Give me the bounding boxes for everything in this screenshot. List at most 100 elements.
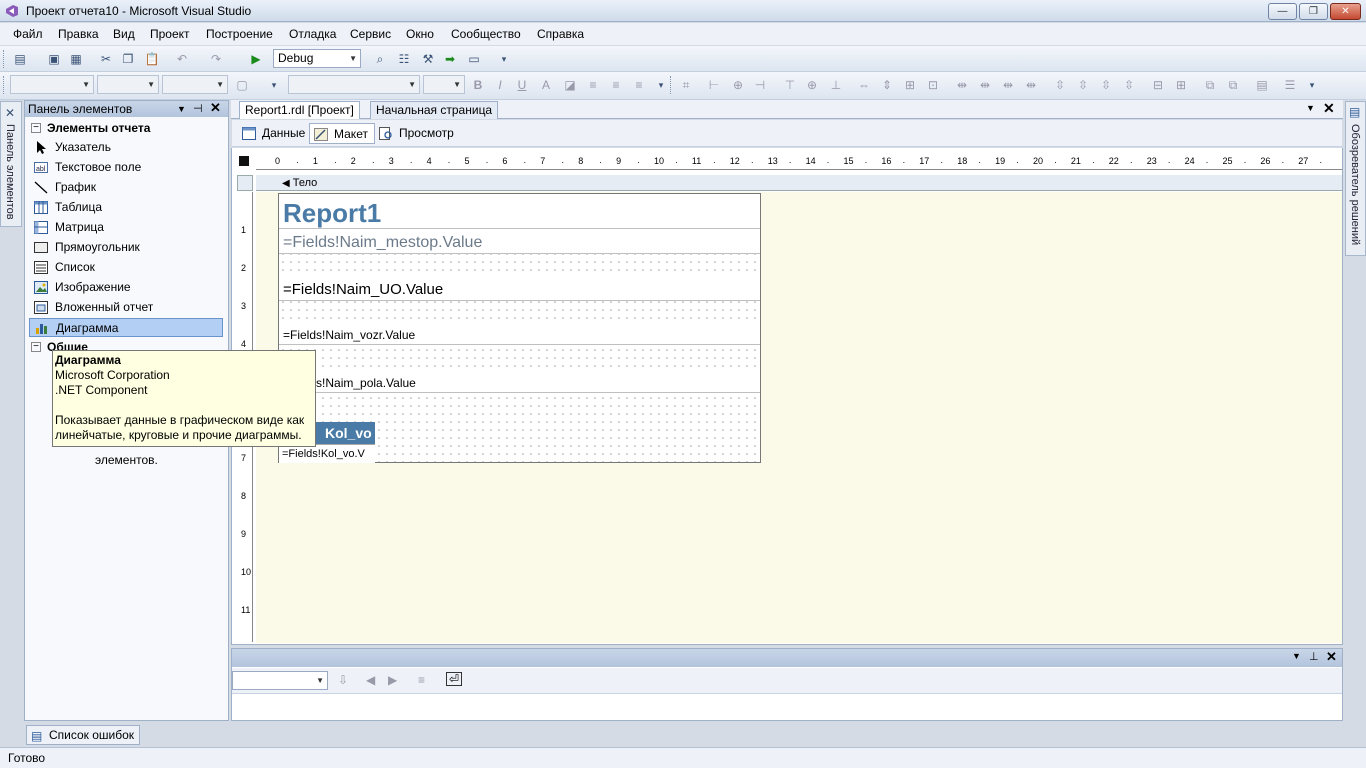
report-title-textbox[interactable]: Report1 bbox=[279, 194, 760, 229]
tab-layout[interactable]: Макет bbox=[309, 123, 375, 144]
size-to-grid-icon[interactable]: ⊡ bbox=[923, 75, 943, 95]
toolbox-item-table[interactable]: Таблица bbox=[29, 198, 223, 217]
font-family-select[interactable]: ▼ bbox=[288, 75, 420, 94]
toolbox-item-textbox[interactable]: abl Текстовое поле bbox=[29, 158, 223, 177]
dropdown-icon[interactable]: ▼ bbox=[177, 101, 186, 117]
toolbox-side-tab[interactable]: ✕ Панель элементов bbox=[0, 101, 22, 227]
toolbar-options-icon[interactable]: ▾ bbox=[264, 75, 284, 95]
toolbar-options-icon[interactable]: ▾ bbox=[651, 75, 671, 95]
properties-icon[interactable]: ☷ bbox=[394, 49, 414, 69]
v-spacing-increase-icon[interactable]: ⇳ bbox=[1073, 75, 1093, 95]
font-select[interactable]: ▼ bbox=[97, 75, 159, 94]
send-back-icon[interactable]: ⧉ bbox=[1223, 75, 1243, 95]
align-centers-icon[interactable]: ⊕ bbox=[728, 75, 748, 95]
tab-start-page[interactable]: Начальная страница bbox=[370, 101, 499, 119]
menu-project[interactable]: Проект bbox=[150, 27, 190, 41]
field-pola-textbox[interactable]: =Fields!Naim_pola.Value bbox=[279, 373, 760, 393]
size-select[interactable]: ▼ bbox=[162, 75, 228, 94]
center-v-icon[interactable]: ⊞ bbox=[1171, 75, 1191, 95]
same-width-icon[interactable]: ⇔ bbox=[854, 75, 874, 95]
save-icon[interactable]: ▣ bbox=[44, 49, 64, 69]
align-rights-icon[interactable]: ⊣ bbox=[750, 75, 770, 95]
italic-icon[interactable]: I bbox=[490, 75, 510, 95]
close-icon[interactable]: ✕ bbox=[210, 100, 221, 116]
toolbox-item-subreport[interactable]: Вложенный отчет bbox=[29, 298, 223, 317]
same-height-icon[interactable]: ⇕ bbox=[877, 75, 897, 95]
toolbox-item-rectangle[interactable]: Прямоугольник bbox=[29, 238, 223, 257]
window-icon[interactable]: ▭ bbox=[464, 49, 484, 69]
output-source-select[interactable]: ▼ bbox=[232, 671, 328, 690]
h-spacing-decrease-icon[interactable]: ⇹ bbox=[998, 75, 1018, 95]
collapse-icon[interactable]: − bbox=[31, 123, 41, 133]
field-uo-textbox[interactable]: =Fields!Naim_UO.Value bbox=[279, 277, 760, 301]
table-layout-icon[interactable]: ▤ bbox=[1252, 75, 1272, 95]
section-header-body[interactable]: ◀ Тело bbox=[256, 175, 1342, 191]
align-bottoms-icon[interactable]: ⊥ bbox=[826, 75, 846, 95]
collapse-icon[interactable]: − bbox=[31, 342, 41, 352]
toolbar-grip[interactable] bbox=[670, 76, 673, 94]
h-spacing-equal-icon[interactable]: ⇹ bbox=[952, 75, 972, 95]
save-all-icon[interactable]: ▦ bbox=[66, 49, 86, 69]
pin-icon[interactable]: ⊣ bbox=[193, 101, 203, 117]
tools-icon[interactable]: ⚒ bbox=[418, 49, 438, 69]
pin-icon[interactable]: ⊥ bbox=[1309, 650, 1319, 663]
align-middles-icon[interactable]: ⊕ bbox=[802, 75, 822, 95]
toolbar-options-icon[interactable]: ▾ bbox=[494, 49, 514, 69]
align-center-icon[interactable]: ≡ bbox=[606, 75, 626, 95]
group-report-items[interactable]: Элементы отчета bbox=[47, 121, 150, 135]
font-color-icon[interactable]: A bbox=[536, 75, 556, 95]
v-spacing-equal-icon[interactable]: ⇳ bbox=[1050, 75, 1070, 95]
menu-view[interactable]: Вид bbox=[113, 27, 135, 41]
toolbox-item-chart[interactable]: Диаграмма bbox=[29, 318, 223, 337]
menu-window[interactable]: Окно bbox=[406, 27, 434, 41]
previous-message-icon[interactable]: ◀ bbox=[366, 673, 375, 687]
close-icon[interactable]: ✕ bbox=[1326, 649, 1337, 665]
clear-all-icon[interactable]: ≡ bbox=[418, 673, 425, 687]
copy-icon[interactable]: ❐ bbox=[118, 49, 138, 69]
bold-icon[interactable]: B bbox=[468, 75, 488, 95]
toolbox-item-matrix[interactable]: Матрица bbox=[29, 218, 223, 237]
toolbox-item-line[interactable]: График bbox=[29, 178, 223, 197]
menu-community[interactable]: Сообщество bbox=[451, 27, 521, 41]
h-spacing-increase-icon[interactable]: ⇹ bbox=[975, 75, 995, 95]
ruler-corner[interactable] bbox=[239, 156, 249, 166]
start-debug-icon[interactable]: ▶ bbox=[246, 49, 266, 69]
menu-tools[interactable]: Сервис bbox=[350, 27, 391, 41]
font-size-select[interactable]: ▼ bbox=[423, 75, 465, 94]
field-mestop-textbox[interactable]: =Fields!Naim_mestop.Value bbox=[279, 229, 760, 254]
align-left-icon[interactable]: ≡ bbox=[583, 75, 603, 95]
config-select[interactable]: Debug ▼ bbox=[273, 49, 361, 68]
align-lefts-icon[interactable]: ⊢ bbox=[704, 75, 724, 95]
border-icon[interactable]: ▢ bbox=[232, 75, 252, 95]
solution-explorer-side-tab[interactable]: ▤ Обозреватель решений bbox=[1345, 101, 1366, 256]
same-size-icon[interactable]: ⊞ bbox=[900, 75, 920, 95]
style-select[interactable]: ▼ bbox=[10, 75, 94, 94]
align-tops-icon[interactable]: ⊤ bbox=[780, 75, 800, 95]
center-h-icon[interactable]: ⊟ bbox=[1148, 75, 1168, 95]
grid-icon[interactable]: ⌗ bbox=[676, 75, 696, 95]
v-spacing-remove-icon[interactable]: ⇳ bbox=[1119, 75, 1139, 95]
fill-color-icon[interactable]: ◪ bbox=[560, 75, 580, 95]
word-wrap-icon[interactable]: ⏎ bbox=[446, 672, 462, 686]
find-icon[interactable]: ⌕ bbox=[370, 49, 390, 69]
bring-front-icon[interactable]: ⧉ bbox=[1200, 75, 1220, 95]
list-icon[interactable]: ☰ bbox=[1280, 75, 1300, 95]
find-message-icon[interactable]: ⇩ bbox=[338, 673, 348, 687]
tab-preview[interactable]: Просмотр bbox=[375, 123, 460, 144]
toolbox-item-pointer[interactable]: Указатель bbox=[29, 138, 223, 157]
next-message-icon[interactable]: ▶ bbox=[388, 673, 397, 687]
undo-icon[interactable]: ↶ bbox=[172, 49, 192, 69]
redo-icon[interactable]: ↷ bbox=[206, 49, 226, 69]
tab-report[interactable]: Report1.rdl [Проект] bbox=[239, 101, 360, 119]
menu-build[interactable]: Построение bbox=[206, 27, 273, 41]
report-body[interactable]: Report1 =Fields!Naim_mestop.Value =Field… bbox=[278, 193, 761, 463]
underline-icon[interactable]: U bbox=[512, 75, 532, 95]
toolbar-options-icon[interactable]: ▾ bbox=[1302, 75, 1322, 95]
start-page-icon[interactable]: ➡ bbox=[440, 49, 460, 69]
menu-edit[interactable]: Правка bbox=[58, 27, 99, 41]
dropdown-icon[interactable]: ▼ bbox=[1292, 651, 1301, 661]
v-spacing-decrease-icon[interactable]: ⇳ bbox=[1096, 75, 1116, 95]
maximize-button[interactable]: ❐ bbox=[1299, 3, 1328, 20]
cut-icon[interactable]: ✂ bbox=[96, 49, 116, 69]
error-list-tab[interactable]: ▤ Список ошибок bbox=[26, 725, 140, 745]
